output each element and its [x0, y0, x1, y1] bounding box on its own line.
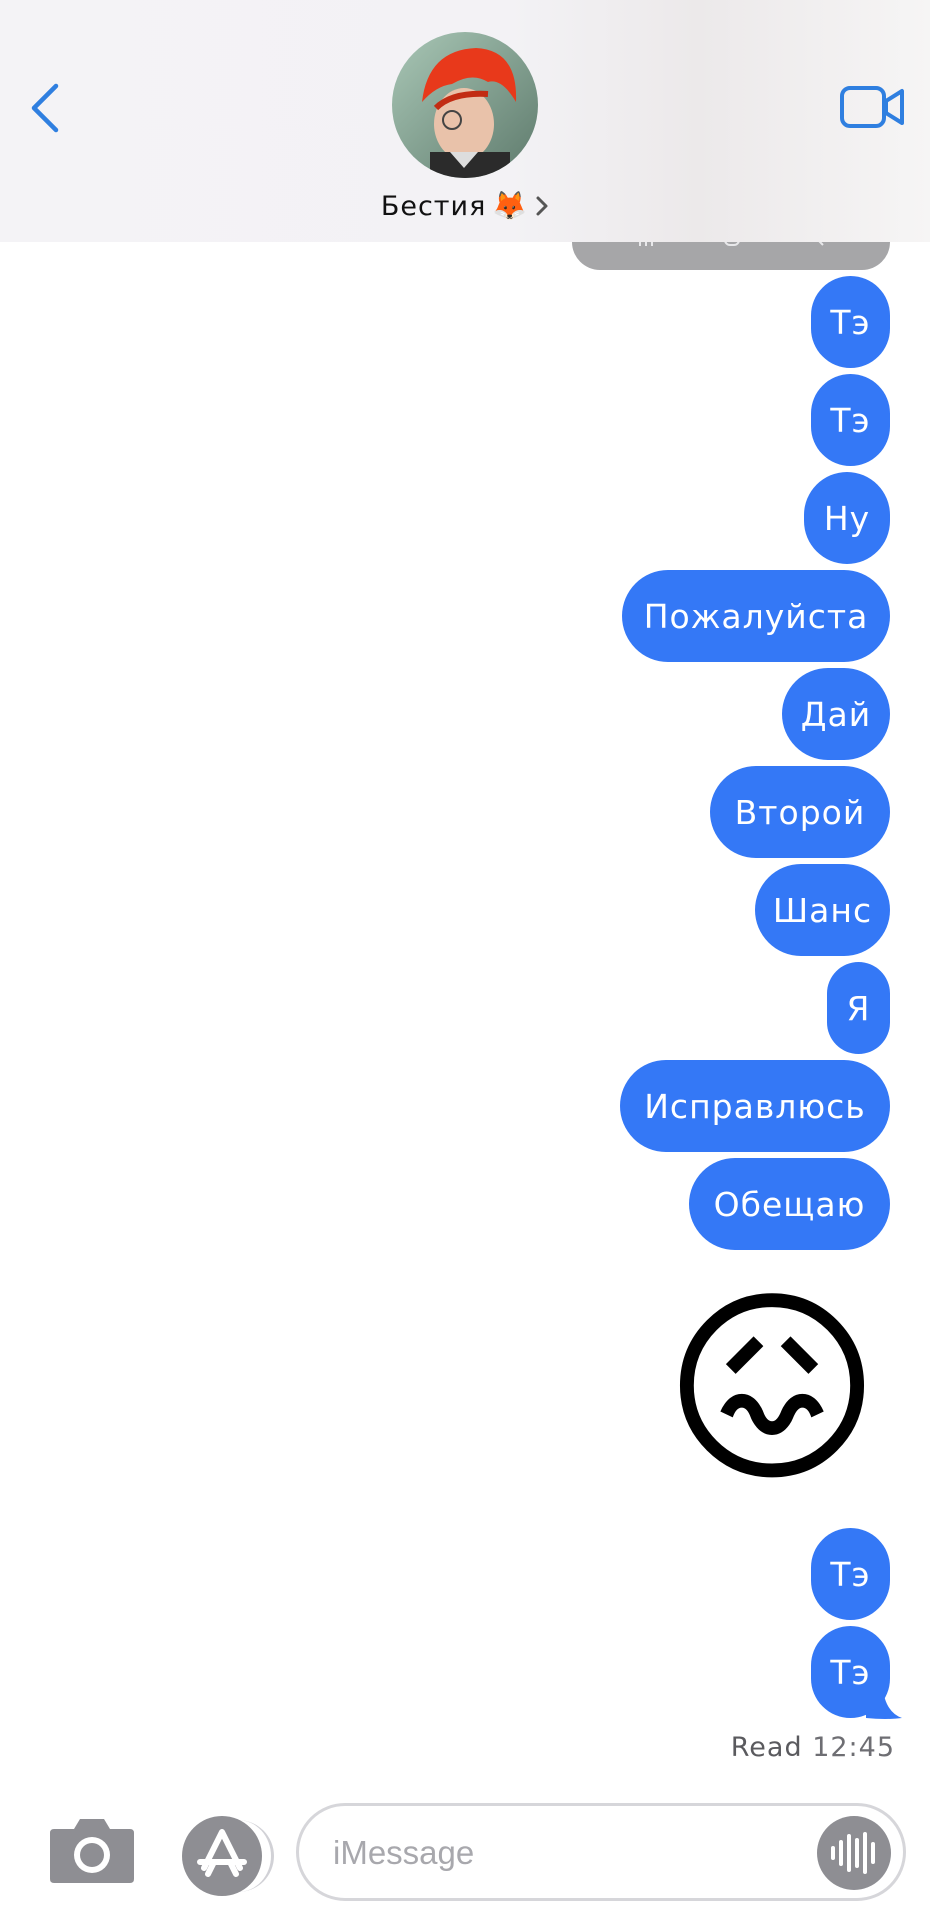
camera-icon	[50, 1819, 134, 1883]
contact-name-button[interactable]: Бестия 🦊	[0, 186, 930, 226]
message-bubble[interactable]: Тэ	[811, 374, 890, 466]
app-store-icon	[197, 1829, 247, 1877]
video-camera-icon	[840, 86, 904, 128]
read-time: 12:45	[812, 1732, 895, 1763]
back-button[interactable]	[26, 80, 66, 136]
read-receipt: Read 12:45	[731, 1732, 895, 1763]
message-bubble[interactable]: Я	[827, 962, 890, 1054]
message-bubble[interactable]: Шанс	[755, 864, 890, 956]
message-bubble[interactable]: Тэ	[811, 276, 890, 368]
contact-avatar[interactable]	[392, 32, 538, 178]
video-call-button[interactable]	[840, 84, 906, 130]
message-bubble[interactable]: Тэ	[811, 1528, 890, 1620]
message-bubble[interactable]: Обещаю	[689, 1158, 890, 1250]
chevron-left-icon	[31, 83, 59, 133]
read-status: Read	[730, 1732, 803, 1763]
message-input-field[interactable]	[296, 1803, 906, 1901]
message-bubble[interactable]: Ну	[804, 472, 890, 564]
waveform-icon	[831, 1832, 875, 1874]
emoji-message[interactable]: 😖	[650, 1268, 894, 1512]
contact-name: Бестия	[380, 190, 487, 222]
message-bubble[interactable]: Исправлюсь	[620, 1060, 890, 1152]
camera-button[interactable]	[48, 1815, 136, 1885]
message-bubble[interactable]: Пожалуйста	[622, 570, 890, 662]
bubble-tail	[866, 1682, 902, 1719]
conversation-header: Бестия 🦊	[0, 0, 930, 242]
message-bubble[interactable]: Дай	[782, 668, 890, 760]
message-bubble[interactable]: Второй	[710, 766, 890, 858]
audio-message-button[interactable]	[817, 1816, 891, 1890]
message-input[interactable]	[333, 1830, 793, 1876]
fox-emoji: 🦊	[492, 189, 528, 222]
app-store-button[interactable]	[182, 1816, 262, 1896]
chevron-right-icon	[536, 196, 548, 216]
